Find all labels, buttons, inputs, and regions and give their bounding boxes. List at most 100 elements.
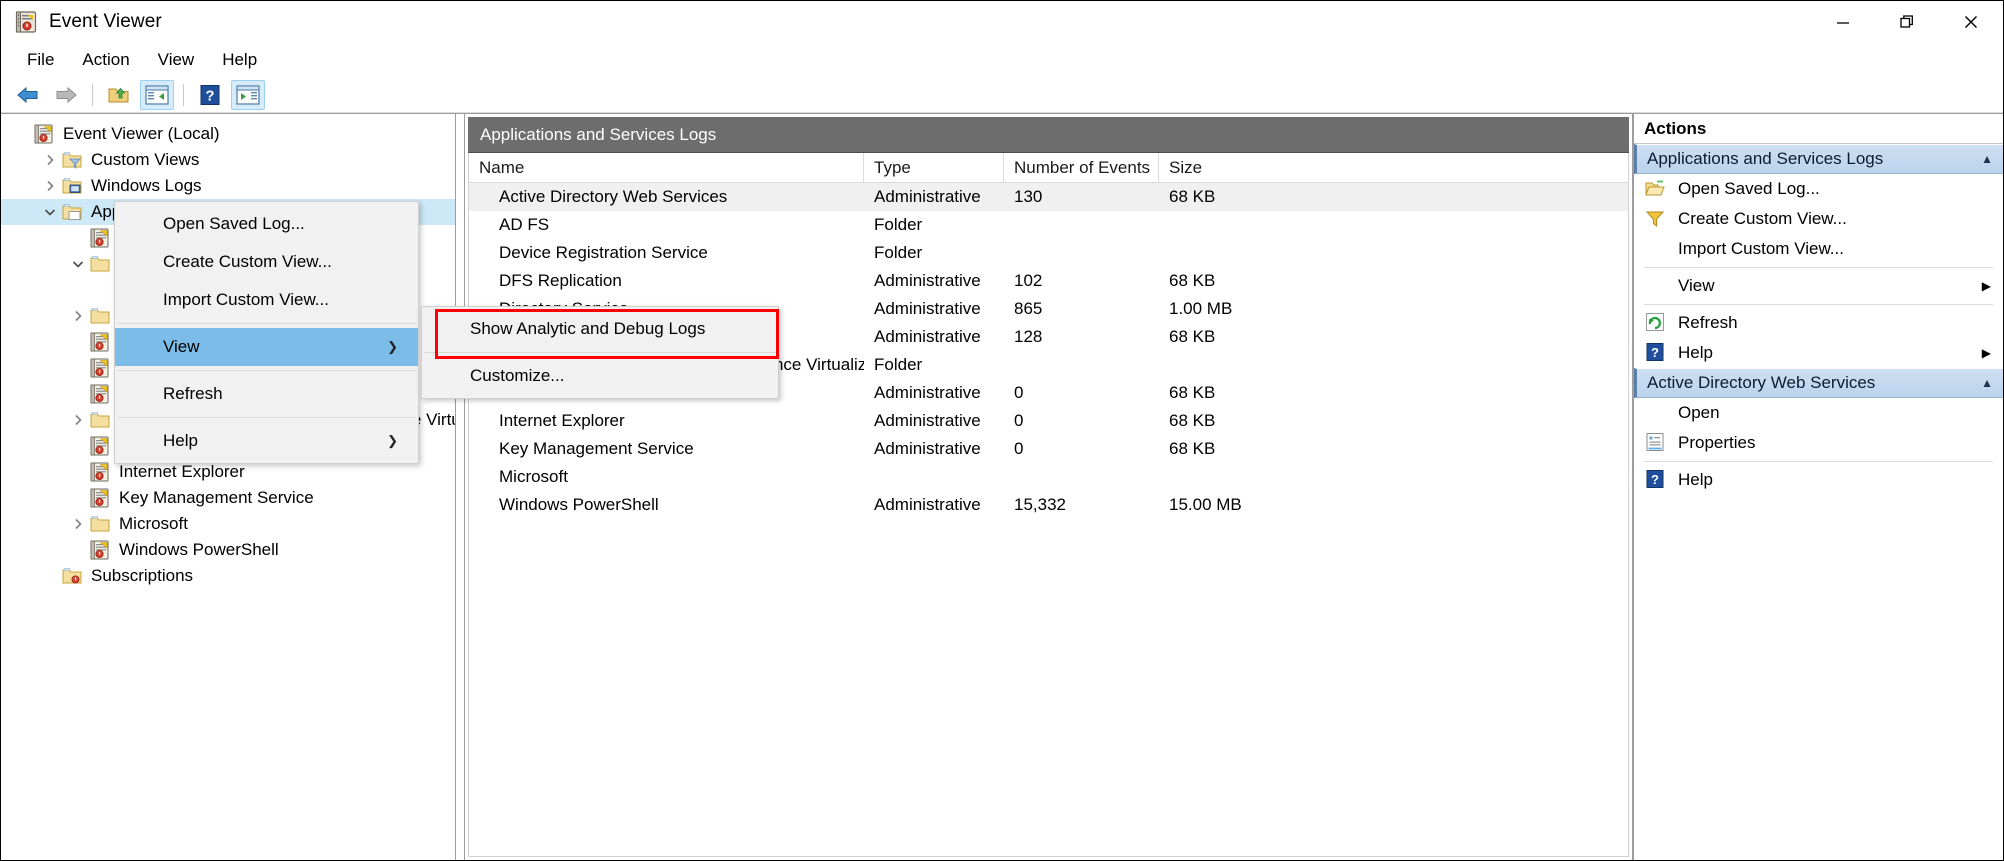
menu-item-label: Refresh [163, 384, 223, 403]
action-item-help[interactable]: ? Help [1634, 465, 2003, 495]
window-title: Event Viewer [49, 11, 162, 32]
actions-pane-title: Actions [1634, 114, 2003, 144]
folder-icon [89, 254, 111, 274]
chevron-right-icon[interactable] [39, 179, 61, 193]
menu-item-help[interactable]: Help ❯ [115, 422, 418, 460]
title-bar: Event Viewer [1, 1, 2003, 43]
show-hide-action-pane-button[interactable] [231, 79, 265, 110]
cell-name: Active Directory Web Services [499, 187, 728, 206]
cell-name: Device Registration Service [499, 243, 708, 262]
action-item-import-custom-view[interactable]: Import Custom View... [1634, 234, 2003, 264]
tree-node-label: Microsoft [119, 514, 188, 533]
cell-events: 0 [1014, 411, 1024, 430]
table-row[interactable]: Device Registration Service Folder [469, 239, 1628, 267]
table-row[interactable]: Windows PowerShell Administrative 15,332 15… [469, 491, 1628, 519]
action-item-create-custom-view[interactable]: Create Custom View... [1634, 204, 2003, 234]
action-item-refresh[interactable]: Refresh [1634, 308, 2003, 338]
tree-node-custom-views[interactable]: Custom Views [1, 147, 455, 173]
menu-item-open-saved-log[interactable]: Open Saved Log... [115, 205, 418, 243]
window-controls [1811, 1, 2003, 43]
action-item-properties[interactable]: Properties [1634, 428, 2003, 458]
cell-events: 865 [1014, 299, 1043, 318]
chevron-up-icon[interactable]: ▲ [1981, 152, 1993, 166]
actions-groups: Applications and Services Logs ▲ Open Save… [1634, 144, 2003, 495]
folder-icon [89, 410, 111, 430]
tree-node-microsoft[interactable]: Microsoft [1, 511, 455, 537]
actions-group-header[interactable]: Applications and Services Logs ▲ [1634, 144, 2003, 174]
menu-help[interactable]: Help [208, 47, 271, 73]
tree-node-label: Internet Explorer [119, 462, 245, 481]
action-item-open[interactable]: Open [1634, 398, 2003, 428]
action-item-label: Help [1678, 343, 1713, 362]
column-header-type[interactable]: Type [864, 153, 1004, 182]
cell-size: 1.00 MB [1169, 299, 1233, 318]
table-row[interactable]: Microsoft [469, 463, 1628, 491]
chevron-down-icon[interactable] [39, 205, 61, 219]
menu-item-import-custom-view[interactable]: Import Custom View... [115, 281, 418, 319]
action-item-label: Open [1678, 403, 1720, 422]
menu-separator [117, 417, 416, 418]
list-pane: Applications and Services Logs Name Type… [464, 114, 1633, 860]
back-button[interactable] [11, 80, 45, 110]
tree-node-key-management-service[interactable]: Key Management Service [1, 485, 455, 511]
actions-separator [1644, 461, 1993, 462]
menu-item-create-custom-view[interactable]: Create Custom View... [115, 243, 418, 281]
action-item-open-saved-log[interactable]: Open Saved Log... [1634, 174, 2003, 204]
menu-separator [117, 323, 416, 324]
column-header-size[interactable]: Size [1159, 153, 1628, 182]
menu-item-view[interactable]: View ❯ [115, 328, 418, 366]
minimize-button[interactable] [1811, 1, 1875, 43]
table-row[interactable]: Key Management Service Administrative 0 68 … [469, 435, 1628, 463]
action-item-help[interactable]: ? Help ▶ [1634, 338, 2003, 368]
menu-item-customize[interactable]: Customize... [422, 357, 778, 395]
tree-splitter[interactable] [456, 114, 464, 860]
svg-text:?: ? [1651, 345, 1659, 360]
actions-group-header[interactable]: Active Directory Web Services ▲ [1634, 368, 2003, 398]
help-button[interactable]: ? [193, 80, 227, 110]
tree-node-subscriptions[interactable]: Subscriptions [1, 563, 455, 589]
column-header-name[interactable]: Name [469, 153, 864, 182]
log-icon [89, 228, 111, 248]
menu-item-show-analytic-and-debug-logs[interactable]: Show Analytic and Debug Logs [422, 310, 778, 348]
chevron-right-icon[interactable] [67, 517, 89, 531]
no-icon [1644, 275, 1668, 297]
chevron-right-icon: ❯ [387, 339, 398, 354]
chevron-up-icon[interactable]: ▲ [1981, 376, 1993, 390]
question-mark-icon: ? [1644, 469, 1668, 491]
filter-funnel-icon [1644, 208, 1668, 230]
cell-events: 15,332 [1014, 495, 1066, 514]
table-row[interactable]: DFS Replication Administrative 102 68 KB [469, 267, 1628, 295]
chevron-right-icon[interactable] [39, 153, 61, 167]
menu-item-refresh[interactable]: Refresh [115, 375, 418, 413]
menu-view[interactable]: View [144, 47, 209, 73]
action-item-label: Open Saved Log... [1678, 179, 1820, 198]
table-row[interactable]: Internet Explorer Administrative 0 68 KB [469, 407, 1628, 435]
folder-icon [89, 514, 111, 534]
cell-size: 68 KB [1169, 383, 1216, 402]
cell-type: Administrative [874, 383, 981, 402]
menu-item-label: Open Saved Log... [163, 214, 305, 233]
tree-node-event-viewer-local[interactable]: Event Viewer (Local) [1, 121, 455, 147]
maximize-restore-button[interactable] [1875, 1, 1939, 43]
action-item-view[interactable]: View ▶ [1634, 271, 2003, 301]
event-viewer-icon [33, 124, 55, 144]
menu-file[interactable]: File [13, 47, 68, 73]
show-hide-console-tree-button[interactable] [140, 79, 174, 110]
action-item-label: Properties [1678, 433, 1756, 452]
up-one-level-button[interactable] [102, 80, 136, 110]
menu-item-label: Help [163, 431, 198, 450]
chevron-right-icon[interactable] [67, 413, 89, 427]
chevron-right-icon[interactable] [67, 309, 89, 323]
tree-node-windows-logs[interactable]: Windows Logs [1, 173, 455, 199]
tree-node-windows-powershell[interactable]: Windows PowerShell [1, 537, 455, 563]
column-header-number-of-events[interactable]: Number of Events [1004, 153, 1159, 182]
chevron-down-icon[interactable] [67, 257, 89, 271]
table-row[interactable]: Active Directory Web Services Administrat… [469, 183, 1628, 211]
table-row[interactable]: AD FS Folder [469, 211, 1628, 239]
forward-button[interactable] [49, 80, 83, 110]
close-button[interactable] [1939, 1, 2003, 43]
cell-events: 0 [1014, 439, 1024, 458]
toolbar-separator [92, 83, 93, 106]
menu-action[interactable]: Action [68, 47, 143, 73]
cell-type: Administrative [874, 411, 981, 430]
